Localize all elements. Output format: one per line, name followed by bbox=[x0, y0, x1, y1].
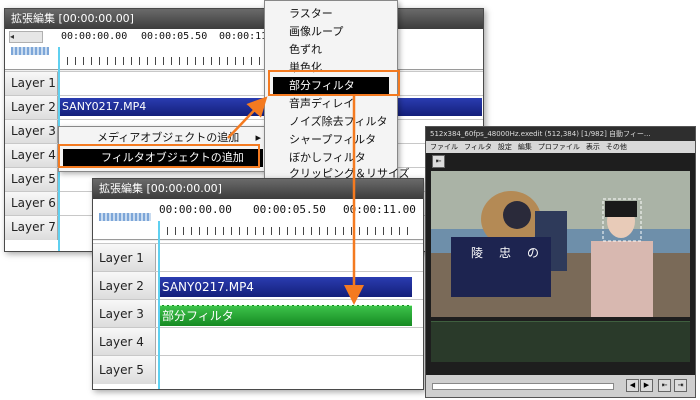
preview-toolbar: ⇤ bbox=[426, 153, 695, 169]
audio-wave-mini bbox=[11, 47, 49, 55]
layer-label[interactable]: Layer 5 bbox=[93, 356, 156, 384]
preview-window: 512x384_60fps_48000Hz.exedit (512,384) [… bbox=[425, 126, 696, 398]
menu-file[interactable]: ファイル bbox=[430, 141, 458, 153]
layer-row[interactable]: Layer 1 bbox=[93, 243, 423, 272]
preview-seekbar[interactable] bbox=[431, 321, 690, 362]
ruler-timecode-1: 00:00:05.50 bbox=[141, 31, 208, 42]
prev-frame-icon[interactable]: ◀ bbox=[626, 379, 639, 392]
layer-label[interactable]: Layer 4 bbox=[93, 328, 156, 356]
ruler-timecode-0: 00:00:00.00 bbox=[159, 203, 232, 216]
layer-row[interactable]: Layer 1 bbox=[5, 71, 483, 96]
audio-wave-mini bbox=[99, 213, 151, 221]
layer-label[interactable]: Layer 2 bbox=[93, 272, 156, 300]
woman-hair bbox=[605, 201, 637, 217]
layer-row[interactable]: Layer 5 bbox=[93, 355, 423, 384]
back-to-start-icon[interactable]: ⇤ bbox=[432, 155, 445, 168]
menu-filter[interactable]: フィルタ bbox=[464, 141, 492, 153]
filter-item-audio-delay[interactable]: 音声ディレイ bbox=[265, 95, 397, 113]
filter-item-color-shift[interactable]: 色ずれ bbox=[265, 41, 397, 59]
layer-label[interactable]: Layer 1 bbox=[93, 244, 156, 272]
layer-row[interactable]: Layer 4 bbox=[93, 327, 423, 356]
menu-view[interactable]: 表示 bbox=[586, 141, 600, 153]
preview-video-frame: 陵 忠 の bbox=[431, 171, 690, 317]
filter-item-noise-removal[interactable]: ノイズ除去フィルタ bbox=[265, 113, 397, 131]
preview-menubar: ファイル フィルタ 設定 編集 プロファイル 表示 その他 bbox=[426, 141, 695, 153]
timeline-ruler-back: ◂ 00:00:00.00 00:00:05.50 00:00:11.00 bbox=[5, 29, 483, 70]
layer-label[interactable]: Layer 5 bbox=[5, 168, 58, 192]
layer-label[interactable]: Layer 4 bbox=[5, 144, 58, 168]
ruler-ticks bbox=[159, 227, 415, 235]
menu-other[interactable]: その他 bbox=[606, 141, 627, 153]
filter-item-sharpen[interactable]: シャープフィルタ bbox=[265, 131, 397, 149]
ruler-timecode-2: 00:00:11.00 bbox=[343, 203, 416, 216]
layer-area-front: Layer 1 Layer 2 Layer 3 Layer 4 Layer 5 … bbox=[93, 241, 423, 389]
scroll-left-button[interactable]: ◂ bbox=[9, 31, 43, 43]
drum-emblem bbox=[503, 201, 531, 229]
banner-char: の bbox=[527, 246, 539, 260]
media-clip[interactable]: SANY0217.MP4 bbox=[159, 277, 412, 297]
timeline-ruler-front: 00:00:00.00 00:00:05.50 00:00:11.00 bbox=[93, 199, 423, 240]
layer-label[interactable]: Layer 6 bbox=[5, 192, 58, 216]
timeline-title-front: 拡張編集 [00:00:00.00] bbox=[93, 179, 423, 199]
layer-label[interactable]: Layer 1 bbox=[5, 72, 58, 96]
timeline-window-front: 拡張編集 [00:00:00.00] 00:00:00.00 00:00:05.… bbox=[92, 178, 424, 390]
menu-add-media-object-label: メディアオブジェクトの追加 bbox=[97, 131, 240, 144]
highlight-add-filter bbox=[58, 144, 260, 168]
filter-item-image-loop[interactable]: 画像ループ bbox=[265, 23, 397, 41]
banner-char: 忠 bbox=[499, 246, 511, 260]
preview-slider-track[interactable] bbox=[432, 383, 614, 390]
highlight-partial-filter bbox=[268, 70, 400, 96]
kimono-woman bbox=[591, 241, 653, 317]
ruler-timecode-0: 00:00:00.00 bbox=[61, 31, 128, 42]
menu-edit[interactable]: 編集 bbox=[518, 141, 532, 153]
ruler-timecode-1: 00:00:05.50 bbox=[253, 203, 326, 216]
menu-settings[interactable]: 設定 bbox=[498, 141, 512, 153]
preview-title: 512x384_60fps_48000Hz.exedit (512,384) [… bbox=[426, 127, 695, 141]
ruler-ticks bbox=[59, 57, 269, 65]
layer-label[interactable]: Layer 2 bbox=[5, 96, 58, 120]
layer-label[interactable]: Layer 3 bbox=[5, 120, 58, 144]
next-frame-icon[interactable]: ▶ bbox=[640, 379, 653, 392]
banner-char: 陵 bbox=[471, 246, 483, 260]
menu-profile[interactable]: プロファイル bbox=[538, 141, 580, 153]
layer-label[interactable]: Layer 7 bbox=[5, 216, 58, 240]
filter-item-raster[interactable]: ラスター bbox=[265, 5, 397, 23]
timeline-title-back: 拡張編集 [00:00:00.00] bbox=[5, 9, 483, 29]
layer-label[interactable]: Layer 3 bbox=[93, 300, 156, 328]
jump-end-icon[interactable]: ⇥ bbox=[674, 379, 687, 392]
playhead[interactable] bbox=[158, 221, 160, 389]
jump-start-icon[interactable]: ⇤ bbox=[658, 379, 671, 392]
partial-filter-clip[interactable]: 部分フィルタ bbox=[159, 305, 412, 326]
scroll-left-icon: ◂ bbox=[10, 32, 15, 41]
preview-controls: ◀ ▶ ⇤ ⇥ bbox=[426, 375, 695, 397]
